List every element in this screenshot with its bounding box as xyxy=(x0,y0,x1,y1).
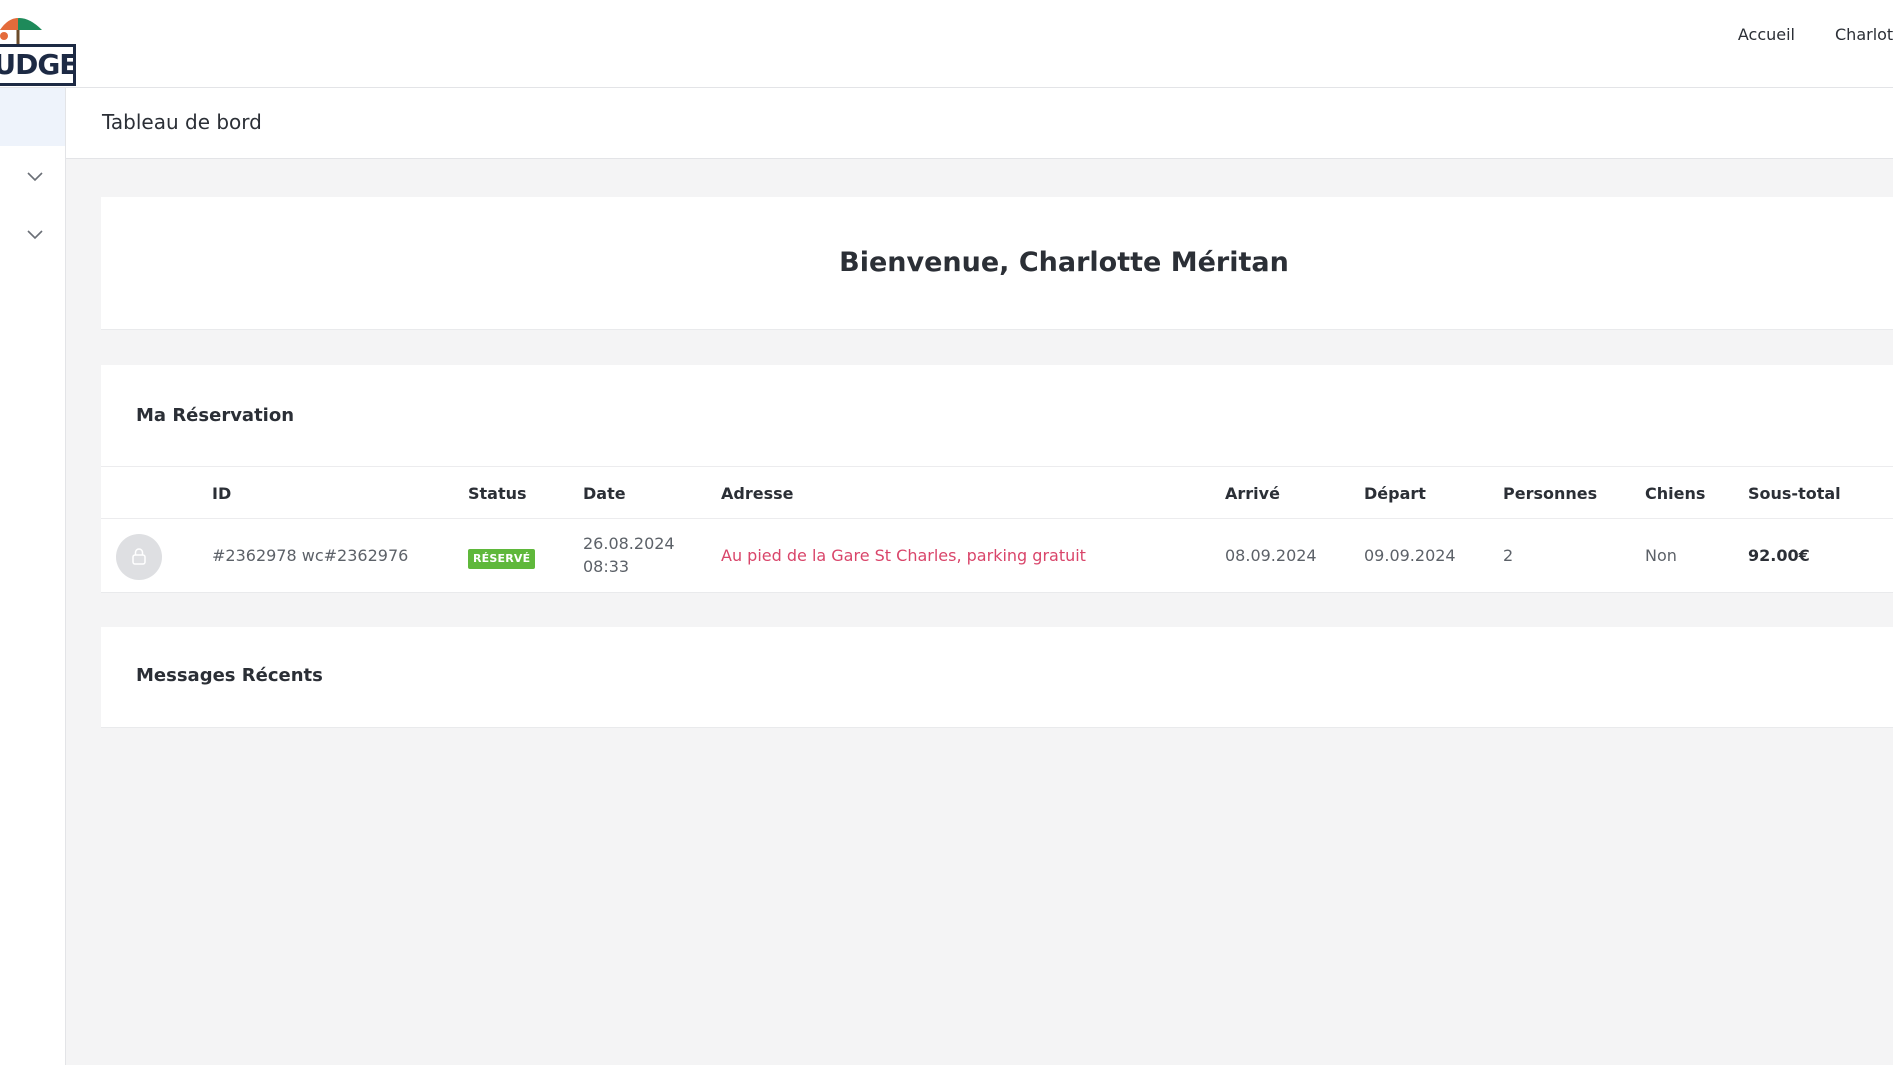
umbrella-icon xyxy=(0,18,42,44)
reservation-time: 08:33 xyxy=(583,557,630,576)
page-title: Tableau de bord xyxy=(102,110,262,134)
welcome-card: Bienvenue, Charlotte Méritan xyxy=(101,197,1893,330)
welcome-title: Bienvenue, Charlotte Méritan xyxy=(839,247,1289,278)
table-header: ID Status Date Adresse Arrivé Départ Per… xyxy=(101,466,1893,519)
nav-home-link[interactable]: Accueil xyxy=(1738,25,1795,47)
page-heading-bar: Tableau de bord xyxy=(66,88,1893,159)
brand-logo-text: BUDGET xyxy=(0,44,76,86)
reservation-arrival: 08.09.2024 xyxy=(1225,546,1317,565)
lock-icon xyxy=(132,548,146,565)
chevron-down-icon xyxy=(27,172,43,182)
top-navigation: Accueil Charlotte Méritan xyxy=(1738,25,1893,47)
avatar xyxy=(116,534,162,580)
messages-title: Messages Récents xyxy=(136,665,323,686)
table-row[interactable]: #2362978 wc#2362976 RÉSERVÉ 26.08.2024 0… xyxy=(101,520,1893,593)
column-header-status: Status xyxy=(468,484,527,503)
column-header-date: Date xyxy=(583,484,626,503)
messages-card: Messages Récents xyxy=(101,627,1893,728)
chevron-down-icon xyxy=(27,230,43,240)
sidebar-item-dashboard[interactable] xyxy=(0,88,65,146)
column-header-persons: Personnes xyxy=(1503,484,1598,503)
column-header-departure: Départ xyxy=(1364,484,1426,503)
column-header-arrival: Arrivé xyxy=(1225,484,1280,503)
status-badge: RÉSERVÉ xyxy=(468,549,536,569)
top-header: BUDGET Accueil Charlotte Méritan xyxy=(0,0,1893,88)
reservation-persons: 2 xyxy=(1503,546,1514,565)
reservation-card: Ma Réservation ID Status Date Adresse Ar… xyxy=(101,365,1893,593)
nav-user-menu[interactable]: Charlotte Méritan xyxy=(1835,25,1893,47)
reservation-id: #2362978 wc#2362976 xyxy=(212,546,409,565)
reservation-address-link[interactable]: Au pied de la Gare St Charles, parking g… xyxy=(721,546,1086,565)
column-header-id: ID xyxy=(212,484,232,503)
column-header-dogs: Chiens xyxy=(1645,484,1706,503)
reservation-title: Ma Réservation xyxy=(136,405,295,426)
reservation-dogs: Non xyxy=(1645,546,1677,565)
reservation-subtotal: 92.00€ xyxy=(1748,546,1810,565)
sidebar-toggle-1[interactable] xyxy=(24,165,46,187)
sidebar-toggle-2[interactable] xyxy=(24,223,46,245)
reservation-departure: 09.09.2024 xyxy=(1364,546,1456,565)
sidebar xyxy=(0,88,66,1065)
reservation-date: 26.08.2024 xyxy=(583,534,675,553)
column-header-address: Adresse xyxy=(721,484,794,503)
column-header-subtotal: Sous-total xyxy=(1748,484,1841,503)
